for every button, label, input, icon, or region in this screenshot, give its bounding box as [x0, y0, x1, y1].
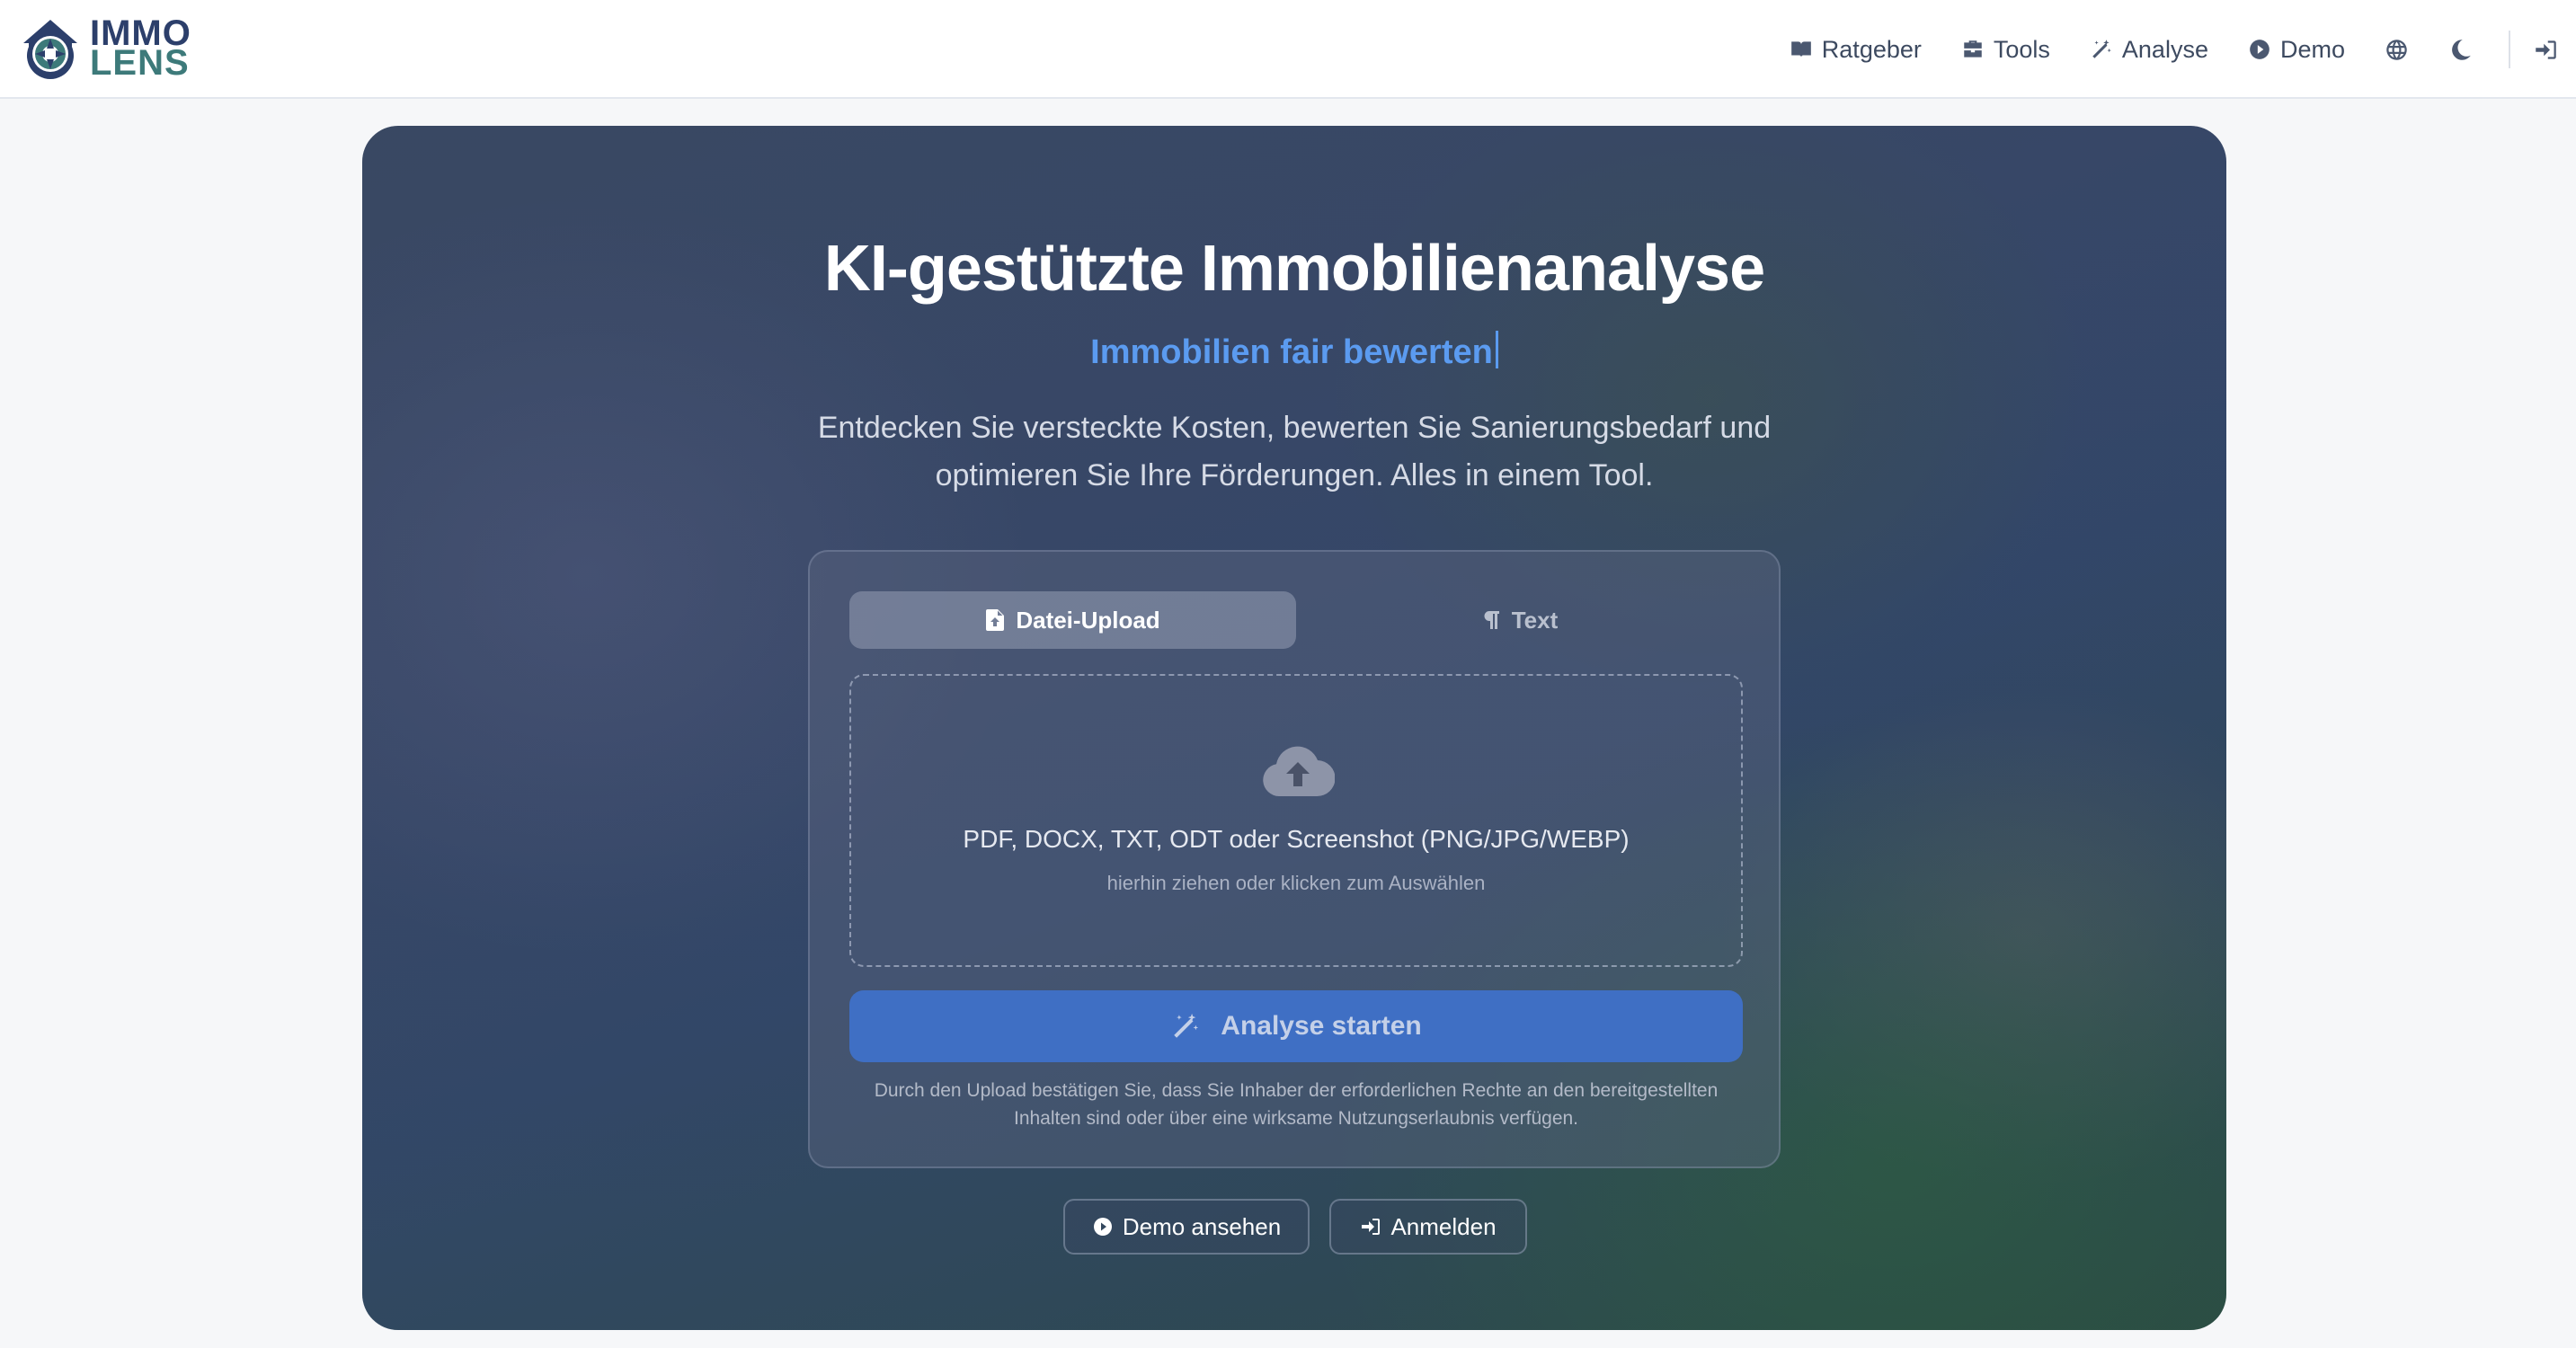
start-analysis-label: Analyse starten [1221, 1011, 1422, 1041]
nav-item-demo[interactable]: Demo [2248, 36, 2345, 64]
play-circle-icon [2250, 40, 2270, 59]
tab-label: Text [1511, 606, 1559, 634]
book-open-icon [1790, 41, 1811, 58]
sign-in-label: Anmelden [1390, 1212, 1497, 1240]
main-nav: Ratgeber Tools Analyse Demo [1750, 0, 2558, 99]
logo-icon [23, 20, 77, 80]
tab-text[interactable]: Text [1296, 591, 1743, 649]
analysis-card: Datei-Upload Text PDF, DOCX, TXT, ODT od… [808, 550, 1781, 1168]
nav-item-label: Ratgeber [1821, 35, 1922, 63]
sign-in-button[interactable]: Anmelden [1329, 1199, 1527, 1255]
globe-icon [2386, 39, 2407, 60]
tab-label: Datei-Upload [1016, 606, 1160, 634]
nav-item-tools[interactable]: Tools [1961, 36, 2050, 64]
hero-subtitle: Immobilien fair bewerten [362, 331, 2226, 372]
hero-description: Entdecken Sie versteckte Kosten, bewerte… [817, 411, 1772, 492]
hero-subtitle-text: Immobilien fair bewerten [1090, 333, 1493, 371]
sign-in-icon [2536, 40, 2556, 59]
language-button[interactable] [2385, 38, 2409, 62]
nav-item-label: Demo [2279, 35, 2345, 63]
nav-item-label: Analyse [2121, 35, 2208, 63]
nav-divider [2509, 31, 2510, 68]
typing-cursor [1495, 331, 1498, 368]
watch-demo-button[interactable]: Demo ansehen [1063, 1199, 1310, 1255]
dropzone-formats: PDF, DOCX, TXT, ODT oder Screenshot (PNG… [963, 825, 1630, 853]
start-analysis-button[interactable]: Analyse starten [849, 990, 1743, 1062]
hero-title: KI-gestützte Immobilienanalyse [823, 233, 1765, 305]
legal-notice: Durch den Upload bestätigen Sie, dass Si… [874, 1080, 1719, 1129]
paragraph-icon [1484, 611, 1499, 629]
dark-mode-toggle[interactable] [2448, 38, 2473, 62]
brand-line2: LENS [90, 43, 190, 83]
dropzone-hint: hierhin ziehen oder klicken zum Auswähle… [1106, 872, 1486, 894]
sign-in-icon [1362, 1219, 1381, 1235]
magic-wand-icon [1174, 1013, 1199, 1038]
watch-demo-label: Demo ansehen [1122, 1212, 1282, 1240]
tab-file-upload[interactable]: Datei-Upload [849, 591, 1296, 649]
brand-wordmark: IMMO LENS [90, 15, 191, 83]
nav-item-label: Tools [1993, 35, 2050, 63]
login-button[interactable] [2534, 38, 2558, 62]
hero-section: KI-gestützte Immobilienanalyse Immobilie… [362, 126, 2226, 1330]
moon-icon [2452, 39, 2471, 60]
file-upload-icon [986, 609, 1005, 631]
file-dropzone[interactable]: PDF, DOCX, TXT, ODT oder Screenshot (PNG… [849, 674, 1743, 967]
nav-item-ratgeber[interactable]: Ratgeber [1790, 36, 1922, 64]
top-header: IMMO LENS Ratgeber Tools Analyse Demo [0, 0, 2576, 99]
brand-logo[interactable]: IMMO LENS [18, 13, 191, 84]
play-circle-icon [1093, 1218, 1112, 1236]
magic-wand-icon [2092, 40, 2111, 58]
cloud-upload-icon [1263, 746, 1335, 797]
nav-item-analyse[interactable]: Analyse [2090, 36, 2208, 64]
toolbox-icon [1964, 40, 1982, 58]
input-mode-tabs: Datei-Upload Text [849, 591, 1743, 649]
